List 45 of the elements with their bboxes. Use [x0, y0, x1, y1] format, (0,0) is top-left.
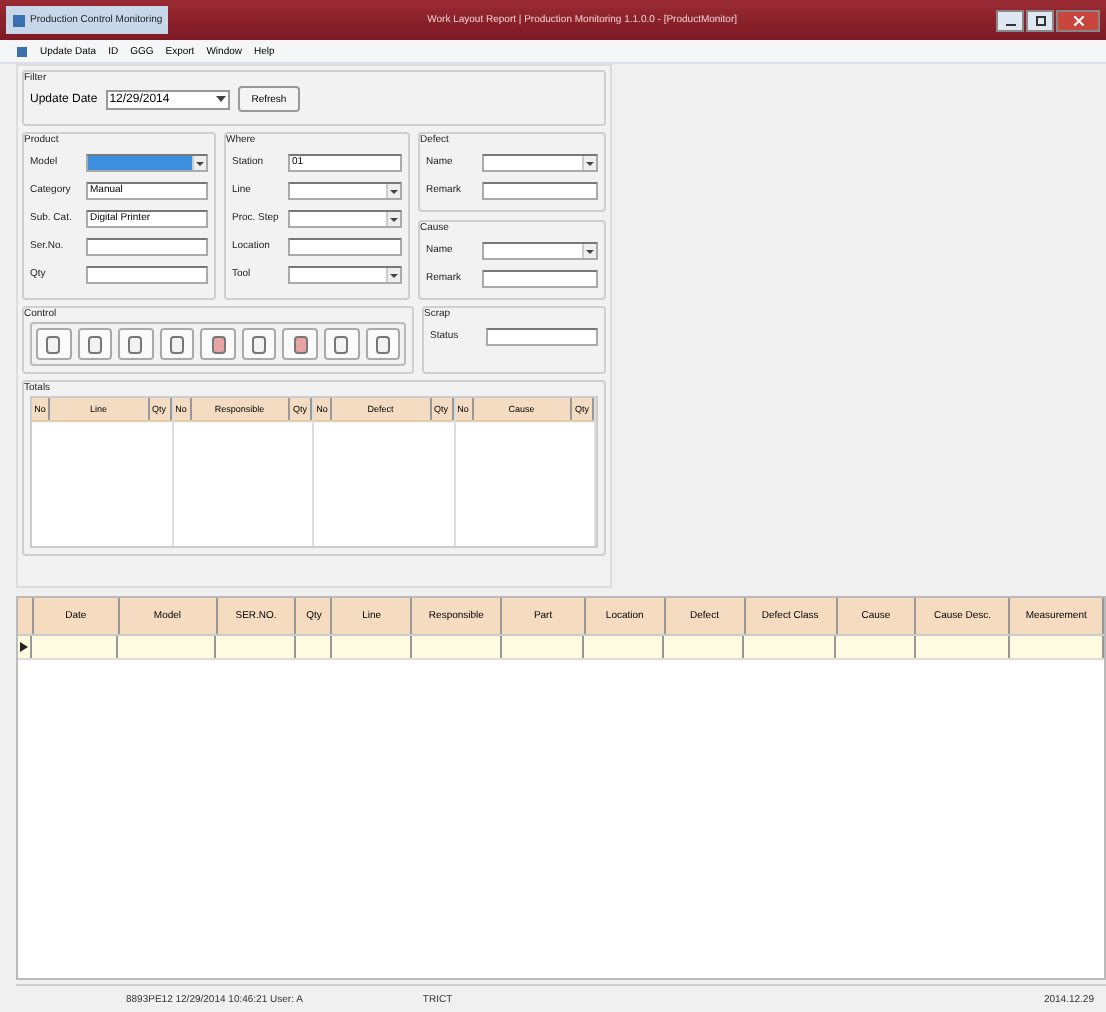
maximize-button[interactable] [1026, 9, 1054, 31]
dropdown-arrow-icon [215, 94, 226, 104]
dropdown-arrow-icon [386, 183, 400, 197]
dropdown-arrow-icon [582, 243, 596, 257]
close-icon [1073, 15, 1083, 25]
dropdown-arrow-icon [386, 267, 400, 281]
dropdown-field[interactable] [86, 153, 208, 171]
app-icon [12, 13, 26, 27]
control-button[interactable] [323, 328, 359, 360]
control-button[interactable] [36, 328, 72, 360]
lamp-icon [128, 335, 143, 353]
dropdown-arrow-icon [191, 155, 206, 169]
control-button[interactable] [282, 328, 318, 360]
row-pointer-icon [19, 642, 28, 652]
dropdown-field[interactable] [482, 153, 598, 171]
dropdown-field[interactable] [482, 241, 598, 259]
lamp-icon [169, 335, 184, 353]
minimize-button[interactable] [996, 9, 1024, 31]
input-field[interactable] [482, 181, 598, 199]
input-field[interactable] [86, 237, 208, 255]
lamp-icon [211, 335, 226, 353]
control-button[interactable] [118, 328, 154, 360]
lamp-icon [87, 335, 102, 353]
app-icon [16, 45, 28, 57]
input-field[interactable] [287, 237, 402, 255]
control-button[interactable] [241, 328, 277, 360]
close-button[interactable] [1056, 9, 1100, 31]
control-button[interactable] [200, 328, 236, 360]
dropdown-field[interactable] [287, 209, 402, 227]
lamp-icon [252, 335, 267, 353]
lamp-icon [46, 335, 61, 353]
dropdown-arrow-icon [582, 155, 596, 169]
input-field[interactable] [482, 269, 598, 287]
input-field[interactable] [486, 327, 598, 345]
lamp-icon [334, 335, 349, 353]
control-button[interactable] [365, 328, 401, 360]
dropdown-field[interactable] [287, 181, 402, 199]
dropdown-arrow-icon [386, 211, 400, 225]
control-button[interactable] [159, 328, 195, 360]
dropdown-field[interactable] [287, 265, 402, 283]
maximize-icon [1035, 15, 1045, 25]
control-button[interactable] [77, 328, 113, 360]
lamp-icon [375, 335, 390, 353]
lamp-icon [293, 335, 308, 353]
input-field[interactable] [86, 265, 208, 283]
